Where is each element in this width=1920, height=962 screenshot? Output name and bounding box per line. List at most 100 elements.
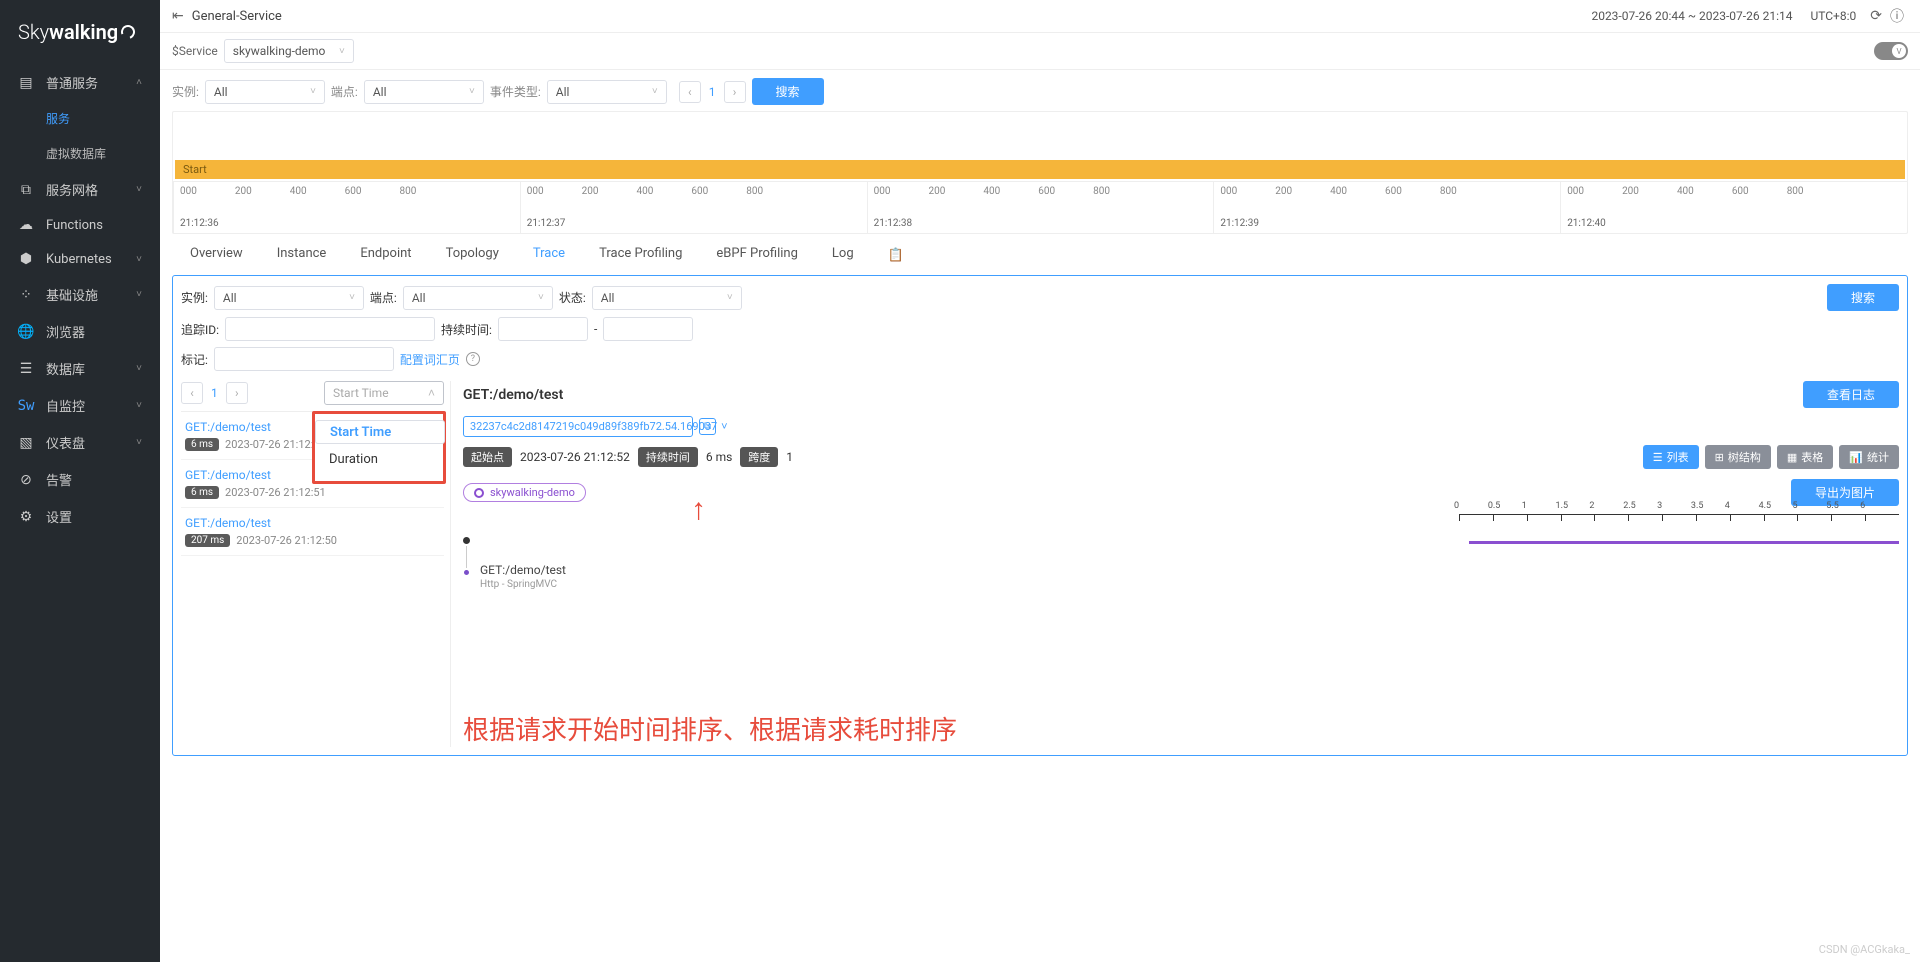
sidebar: Skywalking ▤ 普通服务 ˄ 服务 虚拟数据库 ⧉服务网格˅ ☁Fun…	[0, 0, 160, 962]
sidebar-sub-service[interactable]: 服务	[0, 101, 160, 136]
filter-label: 标记:	[181, 351, 208, 368]
sort-select[interactable]: Start Time ˄	[324, 381, 444, 405]
timeline-tick-column: 00020040060080021:12:37	[520, 182, 867, 233]
view-log-button[interactable]: 查看日志	[1803, 381, 1899, 408]
select-value: All	[556, 85, 570, 99]
sidebar-item-settings[interactable]: ⚙设置	[0, 498, 160, 535]
pager-prev-button[interactable]: ‹	[679, 81, 701, 103]
trace-item-time: 2023-07-26 21:12:52	[225, 438, 326, 451]
timezone: UTC+8:0	[1810, 9, 1856, 23]
dash-separator: -	[594, 322, 597, 336]
select-value: skywalking-demo	[233, 44, 326, 58]
view-switch[interactable]: V	[1874, 42, 1908, 60]
trace-instance-select[interactable]: All˅	[214, 286, 364, 310]
duration-badge: 207 ms	[185, 534, 230, 547]
sw-icon: Sw	[18, 398, 34, 414]
sidebar-item-mesh[interactable]: ⧉服务网格˅	[0, 171, 160, 208]
logo-part-b: walking	[49, 20, 118, 44]
sidebar-sub-vdb[interactable]: 虚拟数据库	[0, 136, 160, 171]
sidebar-item-dashboard[interactable]: ▧仪表盘˅	[0, 424, 160, 461]
refresh-icon[interactable]: ⟳	[1870, 8, 1882, 24]
pager-next-button[interactable]: ›	[724, 81, 746, 103]
ruler-tick: 5.5	[1831, 515, 1865, 521]
chevron-down-icon: ˅	[727, 292, 733, 303]
sidebar-item-label: 自监控	[46, 396, 85, 415]
trace-id-input[interactable]	[225, 317, 435, 341]
database-icon: ☰	[18, 361, 34, 377]
tab-instance[interactable]: Instance	[277, 246, 327, 265]
trace-search-button[interactable]: 搜索	[1827, 284, 1899, 311]
clipboard-icon[interactable]: 📋	[888, 248, 904, 263]
sidebar-item-browser[interactable]: 🌐浏览器	[0, 313, 160, 350]
sidebar-item-database[interactable]: ☰数据库˅	[0, 350, 160, 387]
export-button[interactable]: 导出为图片	[1791, 479, 1899, 506]
trace-list-header: ‹ 1 › Start Time ˄ Start Time Duration	[181, 381, 444, 412]
copy-icon[interactable]: ⧉	[699, 418, 716, 435]
tab-endpoint[interactable]: Endpoint	[360, 246, 411, 265]
time-range[interactable]: 2023-07-26 20:44 ~ 2023-07-26 21:14	[1591, 9, 1792, 23]
tab-log[interactable]: Log	[832, 246, 854, 265]
event-type-select[interactable]: All˅	[547, 80, 667, 104]
sidebar-toggle-icon[interactable]: ⇤	[172, 8, 184, 24]
globe-icon: 🌐	[18, 324, 34, 340]
pager-next-button[interactable]: ›	[226, 382, 248, 404]
ruler-tick: 4.5	[1764, 515, 1798, 521]
vocab-link[interactable]: 配置词汇页	[400, 351, 460, 368]
infra-icon: ⁘	[18, 287, 34, 303]
sidebar-item-kubernetes[interactable]: ⬢Kubernetes˅	[0, 242, 160, 276]
span-sublabel: Http - SpringMVC	[480, 579, 566, 590]
duration-min-input[interactable]	[498, 317, 588, 341]
duration-badge: 6 ms	[185, 486, 219, 499]
gear-icon: ⚙	[18, 509, 34, 525]
select-value: All	[412, 291, 426, 305]
info-icon[interactable]: ⓘ	[1890, 6, 1904, 26]
start-label-badge: 起始点	[463, 447, 512, 467]
sidebar-item-label: 仪表盘	[46, 433, 85, 452]
sidebar-item-functions[interactable]: ☁Functions	[0, 208, 160, 242]
endpoint-select[interactable]: All˅	[364, 80, 484, 104]
sidebar-item-infra[interactable]: ⁘基础设施˅	[0, 276, 160, 313]
chevron-down-icon: ˅	[136, 437, 142, 448]
tab-trace[interactable]: Trace	[533, 246, 565, 265]
tab-trace-profiling[interactable]: Trace Profiling	[599, 246, 682, 265]
view-table-button[interactable]: ▦表格	[1777, 445, 1833, 469]
view-list-button[interactable]: ☰列表	[1643, 445, 1699, 469]
trace-endpoint-select[interactable]: All˅	[403, 286, 553, 310]
span-name[interactable]: GET:/demo/test	[480, 563, 566, 577]
sort-dropdown: Start Time Duration	[312, 411, 446, 484]
table-icon: ▦	[1787, 451, 1797, 464]
pager-prev-button[interactable]: ‹	[181, 382, 203, 404]
arrow-up-icon: ↑	[691, 501, 706, 519]
ruler-tick: 2.5	[1628, 515, 1662, 521]
trace-list-item[interactable]: GET:/demo/test 207 ms 2023-07-26 21:12:5…	[181, 508, 444, 556]
annotation-text: 根据请求开始时间排序、根据请求耗时排序	[463, 710, 1899, 747]
ruler-tick: 1.5	[1561, 515, 1595, 521]
view-stats-button[interactable]: 📊统计	[1839, 445, 1899, 469]
tab-topology[interactable]: Topology	[446, 246, 499, 265]
duration-max-input[interactable]	[603, 317, 693, 341]
sort-option-start-time[interactable]: Start Time	[315, 420, 445, 444]
pager-current: 1	[705, 85, 720, 99]
trace-status-select[interactable]: All˅	[592, 286, 742, 310]
service-select[interactable]: skywalking-demo ˅	[224, 39, 354, 63]
sidebar-item-label: 告警	[46, 470, 72, 489]
sidebar-item-general[interactable]: ▤ 普通服务 ˄	[0, 64, 160, 101]
logo-part-a: Sky	[18, 20, 49, 44]
ruler-tick: 1	[1527, 515, 1561, 521]
sort-option-duration[interactable]: Duration	[315, 444, 443, 475]
duration-label-badge: 持续时间	[638, 447, 698, 467]
instance-select[interactable]: All˅	[205, 80, 325, 104]
service-chip[interactable]: skywalking-demo	[463, 483, 586, 502]
trace-item-name: GET:/demo/test	[185, 516, 440, 530]
tag-input[interactable]	[214, 347, 394, 371]
tab-overview[interactable]: Overview	[190, 246, 243, 265]
help-icon[interactable]: ?	[466, 352, 480, 366]
view-tree-button[interactable]: ⊞树结构	[1705, 445, 1771, 469]
trace-id-select[interactable]: 32237c4c2d8147219c049d89f389fb72.54.1690…	[463, 416, 693, 437]
tab-ebpf-profiling[interactable]: eBPF Profiling	[716, 246, 798, 265]
timeline-tick-column: 00020040060080021:12:38	[867, 182, 1214, 233]
sidebar-item-selfmon[interactable]: Sw自监控˅	[0, 387, 160, 424]
search-button[interactable]: 搜索	[752, 78, 824, 105]
sidebar-item-label: 普通服务	[46, 73, 98, 92]
sidebar-item-alert[interactable]: ⊘告警	[0, 461, 160, 498]
